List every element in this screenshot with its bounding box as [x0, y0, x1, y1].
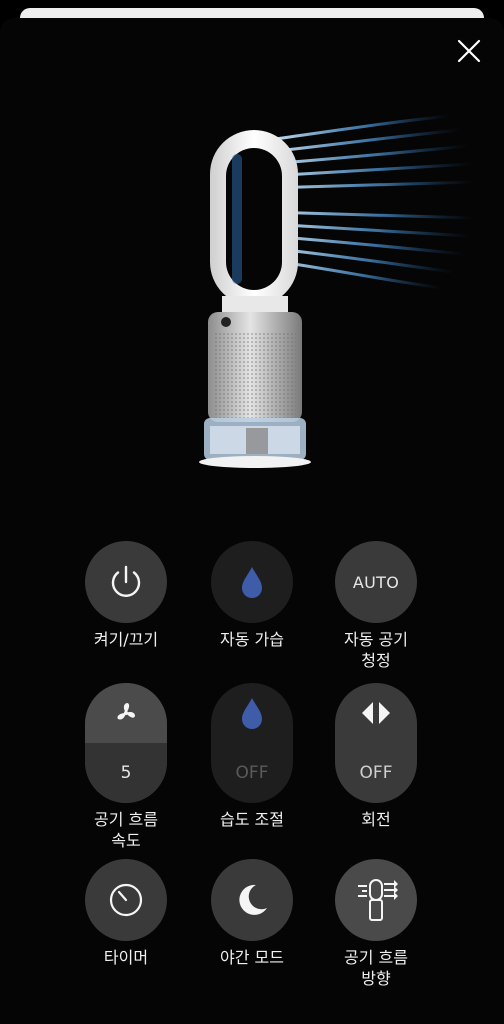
humidity-icon-area — [211, 683, 293, 743]
power-icon — [111, 565, 141, 597]
timer-button[interactable] — [85, 859, 167, 941]
water-drop-icon — [242, 567, 262, 598]
auto-mode-text: AUTO — [352, 572, 400, 592]
fan-speed-value: 5 — [85, 743, 167, 803]
power-control: 켜기/끄기 — [66, 541, 186, 650]
close-button[interactable] — [452, 34, 486, 68]
humidity-value: OFF — [235, 763, 269, 783]
water-drop-icon — [242, 698, 262, 729]
airflow-direction-icon — [358, 879, 398, 921]
auto-purify-control: AUTO 자동 공기 청정 — [316, 541, 436, 671]
fan-speed-stepper[interactable]: 5 — [85, 683, 167, 803]
airflow-direction-label: 공기 흐름 방향 — [344, 948, 408, 988]
oscillation-control: OFF 회전 — [316, 683, 436, 830]
night-mode-label: 야간 모드 — [220, 948, 284, 967]
airflow-direction-button[interactable] — [335, 859, 417, 941]
timer-label: 타이머 — [103, 948, 149, 967]
auto-purify-button[interactable]: AUTO — [335, 541, 417, 623]
humidity-control: OFF 습도 조절 — [192, 683, 312, 830]
auto-humidify-label: 자동 가습 — [220, 630, 284, 649]
oscillation-value: OFF — [359, 763, 393, 783]
airflow-direction-control: 공기 흐름 방향 — [316, 859, 436, 989]
auto-purify-label: 자동 공기 청정 — [344, 630, 408, 670]
air-purifier-humidifier-image — [199, 114, 476, 468]
auto-humidify-control: 자동 가습 — [192, 541, 312, 650]
oscillation-button[interactable]: OFF — [335, 683, 417, 803]
oscillation-icon — [362, 702, 390, 724]
oscillation-label: 회전 — [361, 810, 391, 829]
power-label: 켜기/끄기 — [93, 630, 159, 649]
fan-icon — [117, 703, 135, 720]
timer-control: 타이머 — [66, 859, 186, 968]
night-mode-control: 야간 모드 — [192, 859, 312, 968]
power-button[interactable] — [85, 541, 167, 623]
oscillation-icon-area — [335, 683, 417, 743]
humidity-label: 습도 조절 — [220, 810, 284, 829]
fan-speed-label: 공기 흐름 속도 — [94, 810, 158, 850]
humidity-button[interactable]: OFF — [211, 683, 293, 803]
close-icon — [457, 39, 481, 63]
moon-icon — [239, 884, 267, 915]
night-mode-button[interactable] — [211, 859, 293, 941]
timer-icon — [109, 883, 143, 917]
fan-speed-icon-area — [85, 683, 167, 743]
fan-speed-control: 5 공기 흐름 속도 — [66, 683, 186, 851]
auto-humidify-button[interactable] — [211, 541, 293, 623]
